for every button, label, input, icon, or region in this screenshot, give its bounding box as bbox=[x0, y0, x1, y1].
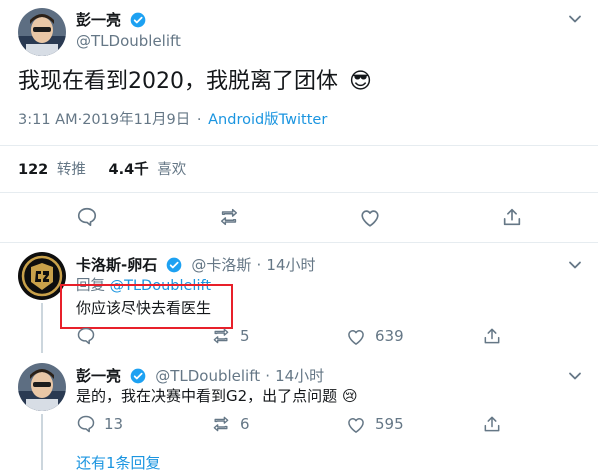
verified-badge-icon bbox=[166, 257, 182, 273]
reply1-more-chevron-icon[interactable] bbox=[568, 258, 582, 272]
show-more-replies-link[interactable]: 还有1条回复 bbox=[76, 454, 161, 470]
thread-line bbox=[41, 414, 43, 470]
reply2-more-chevron-icon[interactable] bbox=[568, 369, 582, 383]
retweet-icon[interactable] bbox=[218, 206, 240, 228]
reply1-time[interactable]: 14小时 bbox=[266, 256, 315, 274]
main-author-avatar[interactable] bbox=[18, 8, 66, 56]
like-heart-icon[interactable] bbox=[359, 207, 381, 229]
reply1-like-count: 639 bbox=[375, 327, 404, 345]
reply1-author-name[interactable]: 卡洛斯-卵石 bbox=[76, 256, 157, 274]
reply2-like-count: 595 bbox=[375, 415, 404, 433]
likes-label: 喜欢 bbox=[157, 162, 187, 178]
main-author-name[interactable]: 彭一亮 bbox=[76, 11, 121, 29]
main-tweet-text-container: 我现在看到2020，我脱离了团体 😎 bbox=[18, 66, 372, 98]
highlight-box bbox=[60, 284, 233, 329]
reply1-author-avatar[interactable] bbox=[18, 252, 66, 300]
like-heart-icon[interactable] bbox=[346, 327, 366, 347]
reply2-author-name[interactable]: 彭一亮 bbox=[76, 367, 121, 385]
reply2-reply-count: 13 bbox=[104, 415, 124, 433]
share-icon[interactable] bbox=[482, 326, 502, 346]
more-options-chevron-icon[interactable] bbox=[568, 12, 582, 26]
reply-icon[interactable] bbox=[76, 206, 98, 228]
reply2-time[interactable]: 14小时 bbox=[275, 367, 324, 385]
retweets-stat[interactable]: 122 转推 bbox=[18, 162, 91, 178]
retweets-label: 转推 bbox=[56, 162, 86, 178]
reply2-text: 是的，我在决赛中看到G2，出了点问题 bbox=[76, 387, 338, 405]
divider bbox=[0, 192, 598, 193]
divider bbox=[0, 145, 598, 146]
divider bbox=[0, 242, 598, 243]
reply2-text-container: 是的，我在决赛中看到G2，出了点问题 😢 bbox=[76, 386, 358, 406]
crying-emoji-icon: 😢 bbox=[341, 387, 358, 405]
share-icon[interactable] bbox=[501, 206, 523, 228]
retweet-icon[interactable] bbox=[211, 414, 231, 434]
likes-count: 4.4千 bbox=[108, 162, 149, 178]
verified-badge-icon bbox=[130, 12, 146, 28]
verified-badge-icon bbox=[130, 368, 146, 384]
engagement-stats: 122 转推 4.4千 喜欢 bbox=[18, 160, 186, 180]
reply1-retweet-count: 5 bbox=[240, 327, 250, 345]
likes-stat[interactable]: 4.4千 喜欢 bbox=[109, 162, 187, 178]
reply2-retweet-count: 6 bbox=[240, 415, 250, 433]
retweet-icon[interactable] bbox=[211, 326, 231, 346]
sunglasses-emoji-icon: 😎 bbox=[349, 69, 372, 94]
reply2-author-handle[interactable]: @TLDoublelift bbox=[155, 367, 260, 385]
share-icon[interactable] bbox=[482, 414, 502, 434]
tweet-timestamp[interactable]: 3:11 AM·2019年11月9日 bbox=[18, 112, 190, 128]
reply-icon[interactable] bbox=[76, 326, 96, 346]
reply1-author-handle[interactable]: @卡洛斯 bbox=[191, 256, 251, 274]
reply-icon[interactable] bbox=[76, 414, 96, 434]
tweet-source-link[interactable]: Android版Twitter bbox=[208, 112, 327, 128]
main-author-handle[interactable]: @TLDoublelift bbox=[76, 32, 181, 50]
like-heart-icon[interactable] bbox=[346, 415, 366, 435]
thread-line bbox=[41, 303, 43, 353]
retweets-count: 122 bbox=[18, 162, 49, 178]
reply2-author-avatar[interactable] bbox=[18, 363, 66, 411]
main-tweet-text: 我现在看到2020，我脱离了团体 bbox=[18, 69, 338, 94]
